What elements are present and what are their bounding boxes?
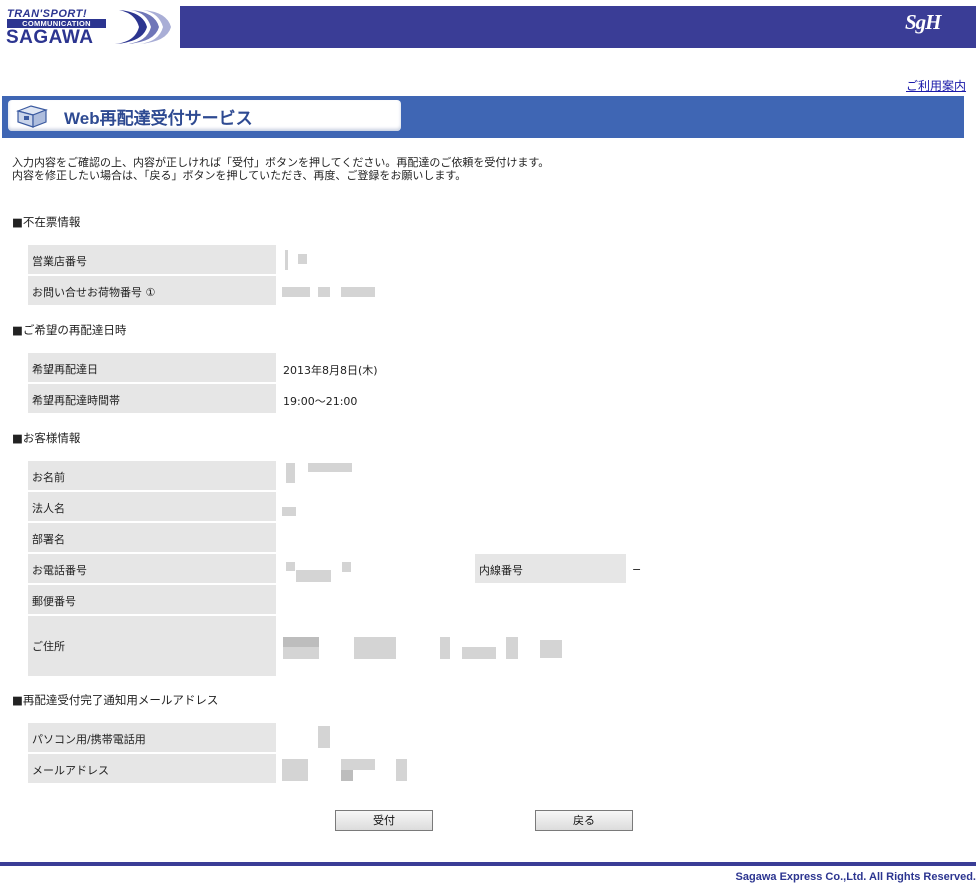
redacted-address-1 [283, 637, 319, 647]
footer-copyright: Sagawa Express Co.,Ltd. All Rights Reser… [735, 871, 976, 883]
label-name: お名前 [28, 461, 276, 490]
footer-divider [0, 862, 976, 866]
redacted-email-2 [341, 770, 353, 781]
section-title-redelivery: ■ご希望の再配達日時 [12, 323, 127, 337]
label-postal-code: 郵便番号 [28, 585, 276, 614]
sgh-logo: SgH [905, 10, 942, 34]
redacted-email-3 [341, 759, 375, 770]
label-tracking-number: お問い合せお荷物番号 ① [28, 276, 276, 305]
delivery-date-value: 2013年8月8日(木) [283, 364, 378, 377]
back-button[interactable]: 戻る [535, 810, 633, 831]
redacted-email-1 [282, 759, 308, 781]
logo-line-3: SAGAWA [6, 27, 94, 48]
redacted-tracking-2 [318, 287, 330, 297]
intro-text: 入力内容をご確認の上、内容が正しければ「受付」ボタンを押してください。再配達のご… [12, 156, 549, 182]
redacted-office-number [298, 254, 307, 264]
redacted-name-1 [286, 463, 295, 483]
redacted-phone-2 [296, 570, 331, 582]
redacted-address-2 [283, 647, 319, 659]
intro-line-1: 入力内容をご確認の上、内容が正しければ「受付」ボタンを押してください。再配達のご… [12, 156, 550, 169]
redacted-email-4 [396, 759, 407, 781]
sagawa-logo[interactable]: TRAN'SPORT! COMMUNICATION SAGAWA [0, 6, 180, 48]
label-delivery-time: 希望再配達時間帯 [28, 384, 276, 413]
label-extension: 内線番号 [475, 554, 626, 583]
intro-line-2: 内容を修正したい場合は、「戻る」ボタンを押していただき、再度、ご登録をお願いしま… [12, 169, 467, 182]
section-title-absence: ■不在票情報 [12, 215, 81, 229]
accept-button[interactable]: 受付 [335, 810, 433, 831]
label-email-device: パソコン用/携帯電話用 [28, 723, 276, 752]
extension-value: − [632, 563, 642, 576]
redacted-office-number-mark [285, 250, 288, 270]
redacted-address-5 [462, 647, 496, 659]
redacted-tracking-3 [341, 287, 375, 297]
package-box-icon [16, 105, 48, 128]
redacted-company [282, 507, 296, 516]
redacted-name-2 [308, 463, 352, 472]
section-title-email: ■再配達受付完了通知用メールアドレス [12, 693, 219, 707]
label-company: 法人名 [28, 492, 276, 521]
redacted-tracking-1 [282, 287, 310, 297]
label-office-number: 営業店番号 [28, 245, 276, 274]
redacted-address-6 [506, 637, 518, 659]
section-title-customer: ■お客様情報 [12, 431, 81, 445]
redacted-address-4 [440, 637, 450, 659]
redacted-email-device [318, 726, 330, 748]
redacted-address-7 [540, 640, 562, 658]
delivery-time-value: 19:00〜21:00 [283, 395, 358, 408]
label-department: 部署名 [28, 523, 276, 552]
label-phone: お電話番号 [28, 554, 276, 583]
label-address: ご住所 [28, 616, 276, 676]
label-delivery-date: 希望再配達日 [28, 353, 276, 382]
redacted-phone-3 [342, 562, 351, 572]
page-title: Web再配達受付サービス [64, 109, 253, 128]
guide-link[interactable]: ご利用案内 [906, 77, 966, 94]
label-email-address: メールアドレス [28, 754, 276, 783]
redacted-phone-1 [286, 562, 295, 571]
swoosh-icon [115, 10, 171, 44]
redacted-address-3 [354, 637, 396, 659]
